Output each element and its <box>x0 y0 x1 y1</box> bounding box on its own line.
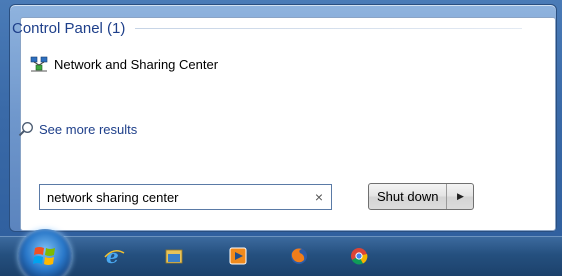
network-icon <box>30 56 48 72</box>
group-divider <box>135 28 522 29</box>
taskbar: e <box>0 229 562 276</box>
shutdown-options-arrow-icon[interactable]: ▶ <box>447 184 473 209</box>
result-group-header: Control Panel (1) <box>12 20 522 37</box>
chrome-icon[interactable] <box>348 245 370 267</box>
result-item-label: Network and Sharing Center <box>54 56 219 72</box>
result-item-network-sharing-center[interactable]: Network and Sharing Center <box>30 56 218 72</box>
file-explorer-icon[interactable] <box>163 245 185 267</box>
svg-text:e: e <box>106 245 119 267</box>
search-box: × <box>39 184 332 210</box>
clear-search-icon[interactable]: × <box>307 189 331 205</box>
windows-logo-icon <box>33 247 55 265</box>
internet-explorer-icon[interactable]: e <box>103 245 125 267</box>
firefox-icon[interactable] <box>288 245 310 267</box>
shutdown-control: Shut down ▶ <box>368 183 475 210</box>
search-input[interactable] <box>40 189 307 205</box>
see-more-results-link[interactable]: See more results <box>18 121 137 137</box>
group-title: Control Panel (1) <box>12 20 126 37</box>
start-button[interactable] <box>18 229 72 276</box>
see-more-label: See more results <box>39 121 138 137</box>
shutdown-button[interactable]: Shut down <box>369 184 448 209</box>
search-icon <box>18 122 33 137</box>
media-player-icon[interactable] <box>227 245 249 267</box>
